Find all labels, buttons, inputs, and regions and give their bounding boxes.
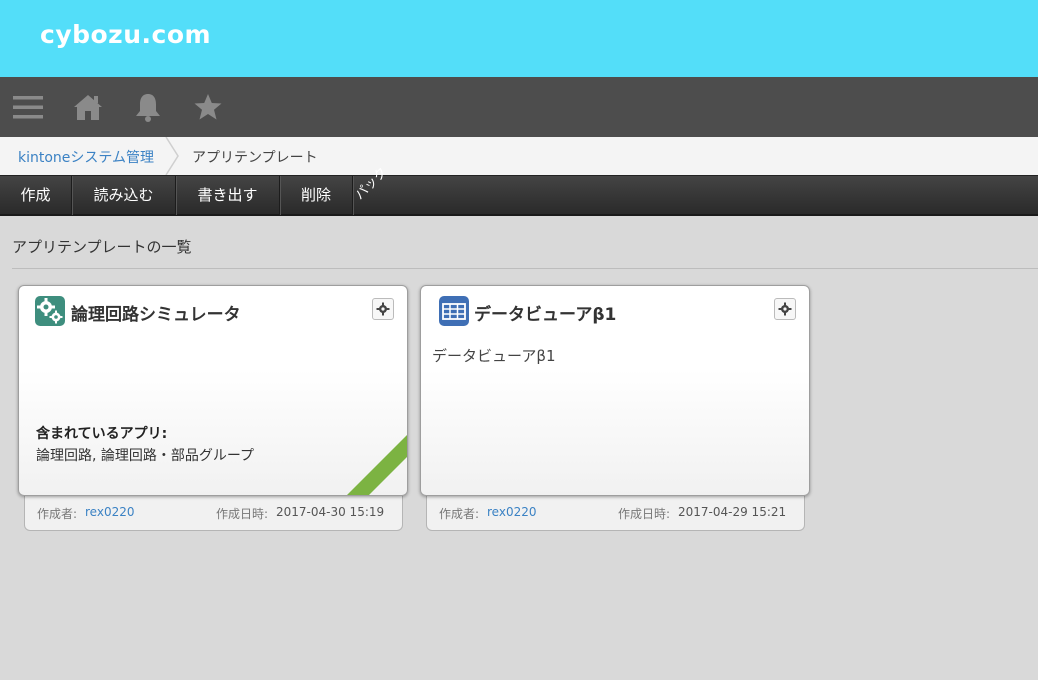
created-date: 2017-04-30 15:19 (276, 505, 385, 519)
home-icon[interactable] (72, 91, 104, 123)
gear-icon (778, 302, 792, 316)
template-description: データビューアβ1 (432, 347, 556, 365)
create-button[interactable]: 作成 (0, 176, 72, 215)
section-divider (12, 268, 1038, 269)
action-toolbar: 作成 読み込む 書き出す 削除 (0, 175, 1038, 216)
created-date: 2017-04-29 15:21 (678, 505, 787, 519)
breadcrumb-link-system-admin[interactable]: kintoneシステム管理 (18, 147, 154, 167)
template-card-footer: 作成者: rex0220 作成日時: 2017-04-29 15:21 (426, 495, 805, 531)
settings-gear-button[interactable] (372, 298, 394, 320)
breadcrumb-separator-icon (165, 137, 179, 175)
bell-icon[interactable] (132, 91, 164, 123)
gears-icon (35, 296, 65, 326)
creator-link[interactable]: rex0220 (85, 505, 134, 519)
creator-label: 作成者: (37, 507, 78, 521)
cybozu-logo[interactable]: cybozu.com (40, 20, 211, 49)
pack-ribbon (347, 435, 407, 495)
table-icon (439, 296, 469, 326)
template-title: データビューアβ1 (474, 305, 617, 325)
star-icon[interactable] (192, 91, 224, 123)
breadcrumb: kintoneシステム管理 アプリテンプレート (0, 137, 1038, 175)
menu-icon[interactable] (12, 91, 44, 123)
created-label: 作成日時: (216, 507, 269, 521)
creator-link[interactable]: rex0220 (487, 505, 536, 519)
creator-label: 作成者: (439, 507, 480, 521)
global-nav (0, 77, 1038, 137)
gear-icon (376, 302, 390, 316)
created-label: 作成日時: (618, 507, 671, 521)
template-title: 論理回路シミュレータ (71, 305, 241, 325)
included-apps-label: 含まれているアプリ: (36, 426, 168, 442)
top-header: cybozu.com (0, 0, 1038, 77)
import-button[interactable]: 読み込む (72, 176, 176, 215)
breadcrumb-current: アプリテンプレート (192, 150, 318, 166)
section-title: アプリテンプレートの一覧 (12, 238, 192, 256)
settings-gear-button[interactable] (774, 298, 796, 320)
template-card-logic-circuit[interactable]: 論理回路シミュレータ 含まれているアプリ: 論理回路, 論理回路・部品グループ (18, 285, 408, 496)
template-card-data-viewer[interactable]: データビューアβ1 データビューアβ1 (420, 285, 810, 496)
included-apps-list: 論理回路, 論理回路・部品グループ (36, 448, 255, 464)
export-button[interactable]: 書き出す (176, 176, 280, 215)
template-card-footer: 作成者: rex0220 作成日時: 2017-04-30 15:19 (24, 495, 403, 531)
